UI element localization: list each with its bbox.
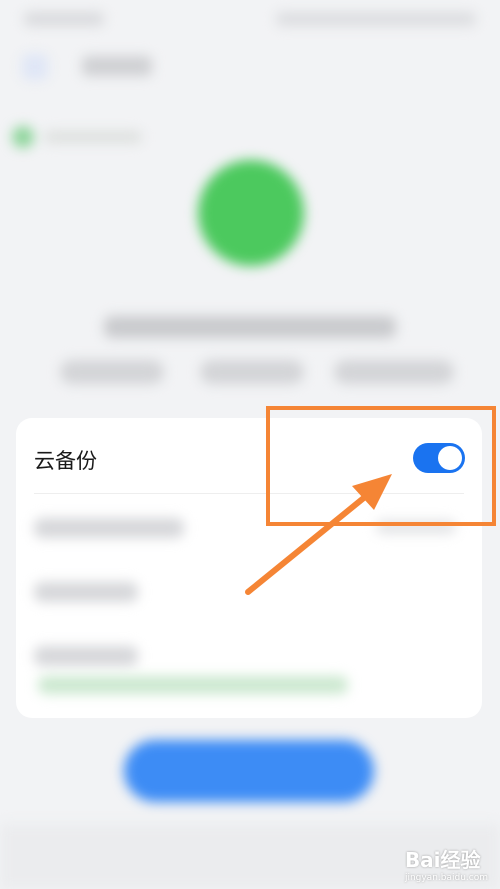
- primary-action-button[interactable]: [124, 740, 374, 802]
- settings-row-text[interactable]: [34, 646, 138, 666]
- highlight-box: [266, 406, 496, 526]
- settings-row-text[interactable]: [34, 518, 184, 538]
- status-bar: [0, 0, 500, 36]
- settings-row-note: [38, 676, 348, 694]
- feature-chip[interactable]: [334, 360, 454, 384]
- settings-row-text[interactable]: [34, 582, 138, 602]
- status-bar-left: [24, 12, 104, 26]
- header: [0, 40, 500, 100]
- feature-chip[interactable]: [60, 360, 164, 384]
- watermark-sub: jingyan.baidu.com: [404, 873, 488, 883]
- status-description: [104, 316, 396, 338]
- watermark-text: Bai经验: [404, 848, 481, 872]
- back-icon[interactable]: [22, 54, 48, 80]
- cloud-backup-label: 云备份: [34, 449, 97, 473]
- feature-chip[interactable]: [200, 360, 304, 384]
- feature-chips: [0, 360, 500, 388]
- security-status-icon: [198, 160, 304, 266]
- page-title: [82, 56, 152, 76]
- sync-status-text: [44, 131, 142, 143]
- status-bar-right: [276, 12, 476, 26]
- status-dot-icon: [12, 126, 34, 148]
- watermark-logo: Bai经验 jingyan.baidu.com: [405, 844, 488, 883]
